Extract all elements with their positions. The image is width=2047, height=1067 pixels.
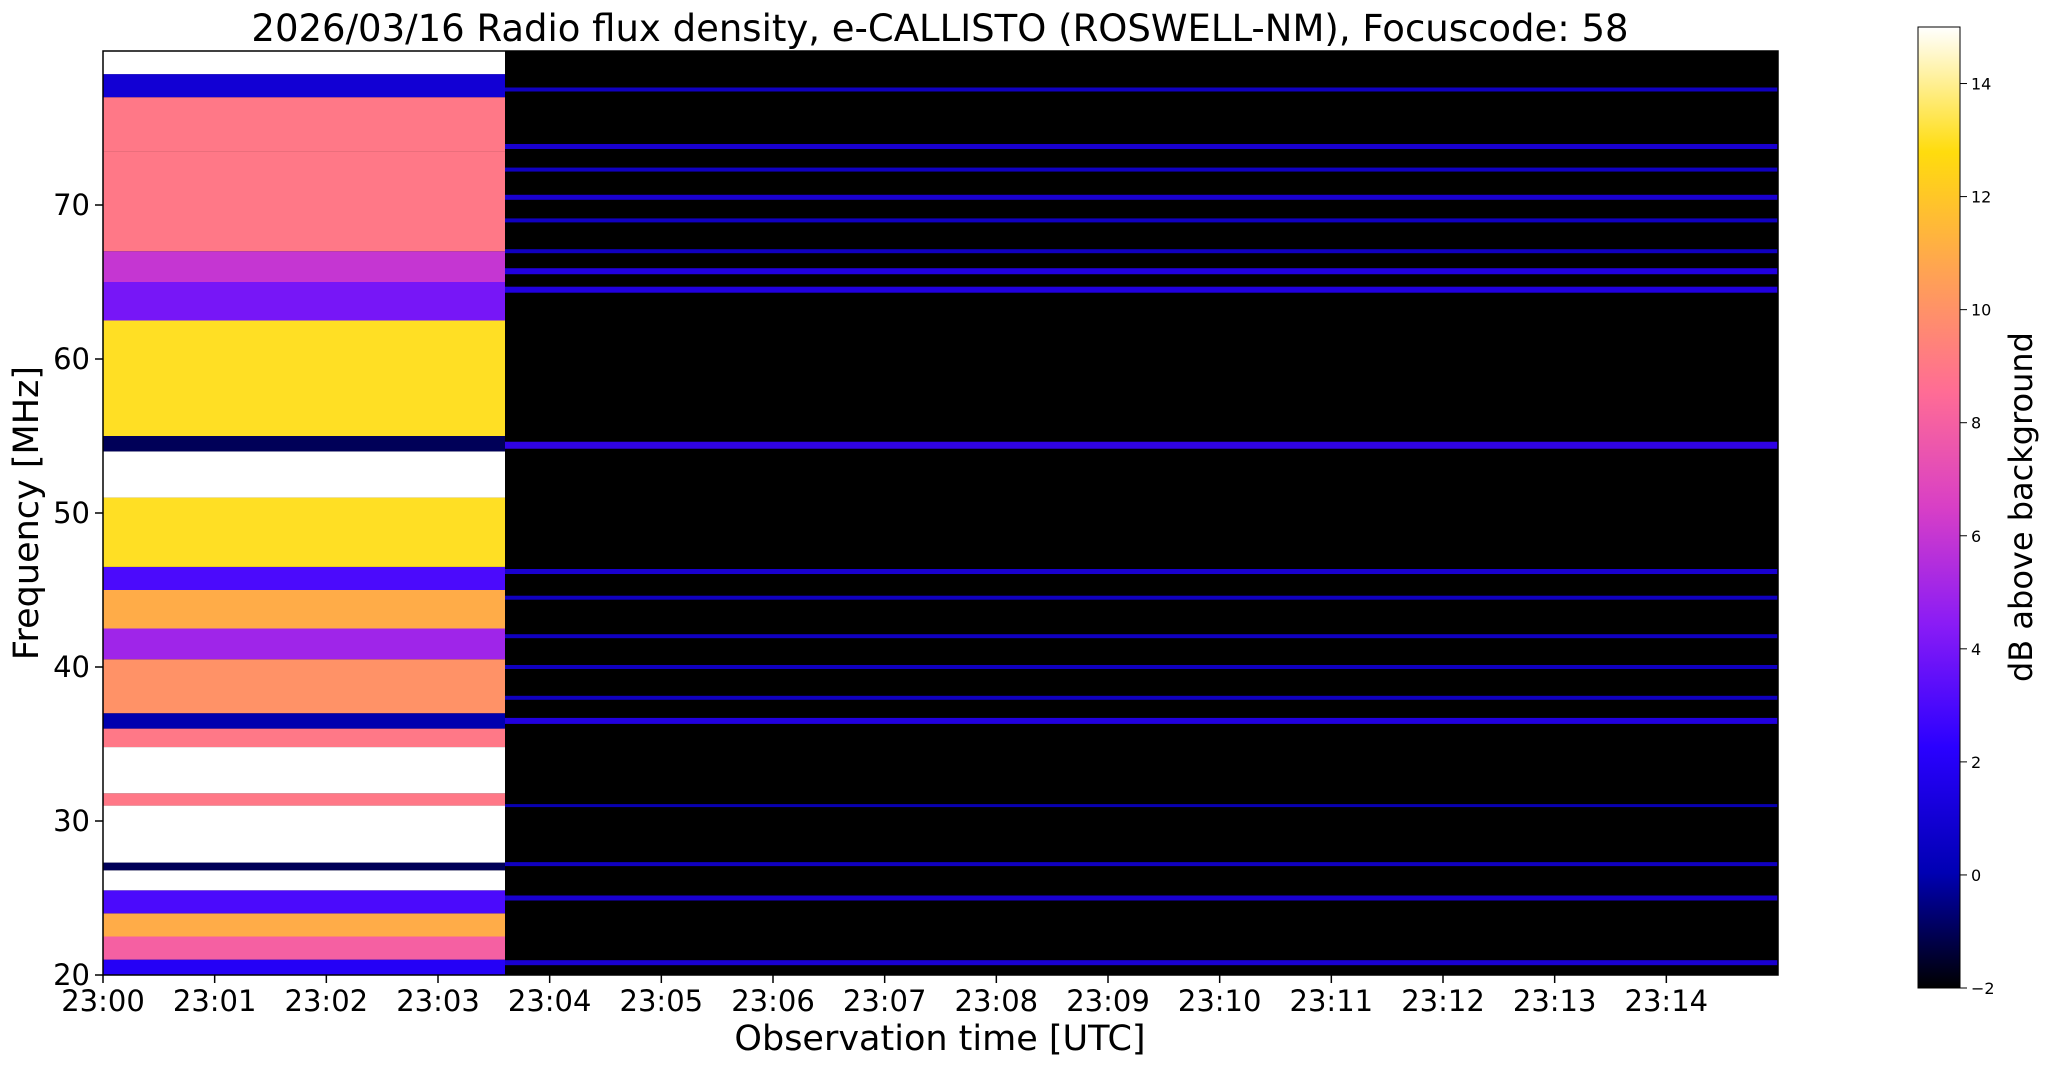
colorbar-tick-label: 14 <box>1971 75 1991 94</box>
x-tick-label: 23:03 <box>396 984 480 1018</box>
spectrogram-band <box>103 497 505 567</box>
spectrogram-band <box>103 436 505 452</box>
spectrogram-band <box>505 167 1778 172</box>
x-axis-label: Observation time [UTC] <box>734 1019 1145 1059</box>
spectrogram-band <box>103 713 505 729</box>
y-axis-label: Frequency [MHz] <box>7 366 47 660</box>
x-tick-label: 23:13 <box>1513 984 1597 1018</box>
x-tick-label: 23:08 <box>955 984 1039 1018</box>
spectrogram-band <box>505 695 1778 700</box>
spectrogram-band <box>505 143 1778 149</box>
colorbar-tick-label: 4 <box>1971 640 1981 659</box>
x-tick-label: 23:09 <box>1066 984 1150 1018</box>
colorbar-tick-label: 6 <box>1971 527 1981 546</box>
spectrogram-band <box>505 634 1778 639</box>
colorbar-tick-label: 8 <box>1971 414 1981 433</box>
spectrogram-band <box>505 960 1778 966</box>
y-axis: 20 30 40 50 60 70 <box>53 188 103 992</box>
chart-title: 2026/03/16 Radio flux density, e-CALLIST… <box>251 7 1628 50</box>
spectrogram-band <box>505 249 1778 254</box>
spectrogram-band <box>103 728 505 748</box>
spectrogram-band <box>103 51 505 75</box>
spectrogram-plot-area <box>103 51 1778 975</box>
spectrogram-band <box>505 569 1778 575</box>
spectrogram-band <box>103 566 505 590</box>
y-tick-label: 20 <box>53 958 90 992</box>
spectrogram-band <box>103 659 505 714</box>
colorbar-tick-label: −2 <box>1971 979 1995 998</box>
spectrogram-band <box>103 870 505 891</box>
colorbar <box>1917 26 1961 989</box>
spectrogram-band <box>505 804 1778 808</box>
spectrogram-band <box>505 895 1778 901</box>
spectrogram-band <box>103 747 505 794</box>
spectrogram-band <box>505 87 1778 92</box>
spectrogram-band <box>505 218 1778 223</box>
spectrogram-band <box>103 151 505 252</box>
spectrogram-band <box>103 251 505 282</box>
x-tick-label: 23:05 <box>620 984 704 1018</box>
spectrogram-band <box>103 793 505 806</box>
colorbar-label: dB above background <box>2002 332 2040 682</box>
y-tick-label: 50 <box>53 496 90 530</box>
spectrogram-band <box>103 97 505 152</box>
x-tick-label: 23:11 <box>1290 984 1374 1018</box>
spectrogram-band <box>103 590 505 629</box>
spectrogram-band <box>103 320 505 436</box>
spectrogram-band <box>103 805 505 863</box>
spectrogram-band <box>505 268 1778 275</box>
spectrogram-band <box>505 595 1778 600</box>
x-tick-label: 23:14 <box>1625 984 1709 1018</box>
x-tick-label: 23:01 <box>173 984 257 1018</box>
spectrogram-band <box>505 286 1778 293</box>
y-tick-label: 60 <box>53 342 90 376</box>
colorbar-tick-label: 2 <box>1971 753 1981 772</box>
spectrogram-band <box>103 74 505 98</box>
spectrogram-band <box>103 890 505 914</box>
colorbar-tick-label: 10 <box>1971 301 1991 320</box>
colorbar-tick-label: 12 <box>1971 188 1991 207</box>
x-tick-label: 23:02 <box>285 984 369 1018</box>
x-tick-label: 23:04 <box>508 984 592 1018</box>
colorbar-tick-label: 0 <box>1971 866 1981 885</box>
spectrogram-band <box>505 194 1778 200</box>
spectrogram-band <box>103 936 505 960</box>
x-tick-label: 23:12 <box>1401 984 1485 1018</box>
y-tick-label: 70 <box>53 188 90 222</box>
colorbar-axis: −2 0 2 4 6 8 10 12 14 <box>1960 75 1995 998</box>
spectrogram-band <box>103 862 505 871</box>
spectrogram-band <box>103 628 505 660</box>
spectrogram-band <box>505 441 1778 449</box>
spectrogram-band <box>103 913 505 937</box>
spectrogram-band <box>103 959 505 975</box>
x-axis: 23:00 23:01 23:02 23:03 23:04 23:05 23:06 23:07… <box>61 975 1708 1018</box>
spectrogram-band <box>505 665 1778 669</box>
spectrogram-band <box>505 717 1778 724</box>
x-tick-label: 23:07 <box>843 984 927 1018</box>
spectrogram-band <box>103 451 505 498</box>
spectrogram-band <box>103 282 505 321</box>
x-tick-label: 23:10 <box>1178 984 1262 1018</box>
y-tick-label: 30 <box>53 804 90 838</box>
x-tick-label: 23:06 <box>731 984 815 1018</box>
figure: 2026/03/16 Radio flux density, e-CALLIST… <box>7 7 2040 1059</box>
y-tick-label: 40 <box>53 650 90 684</box>
spectrogram-band <box>505 862 1778 867</box>
